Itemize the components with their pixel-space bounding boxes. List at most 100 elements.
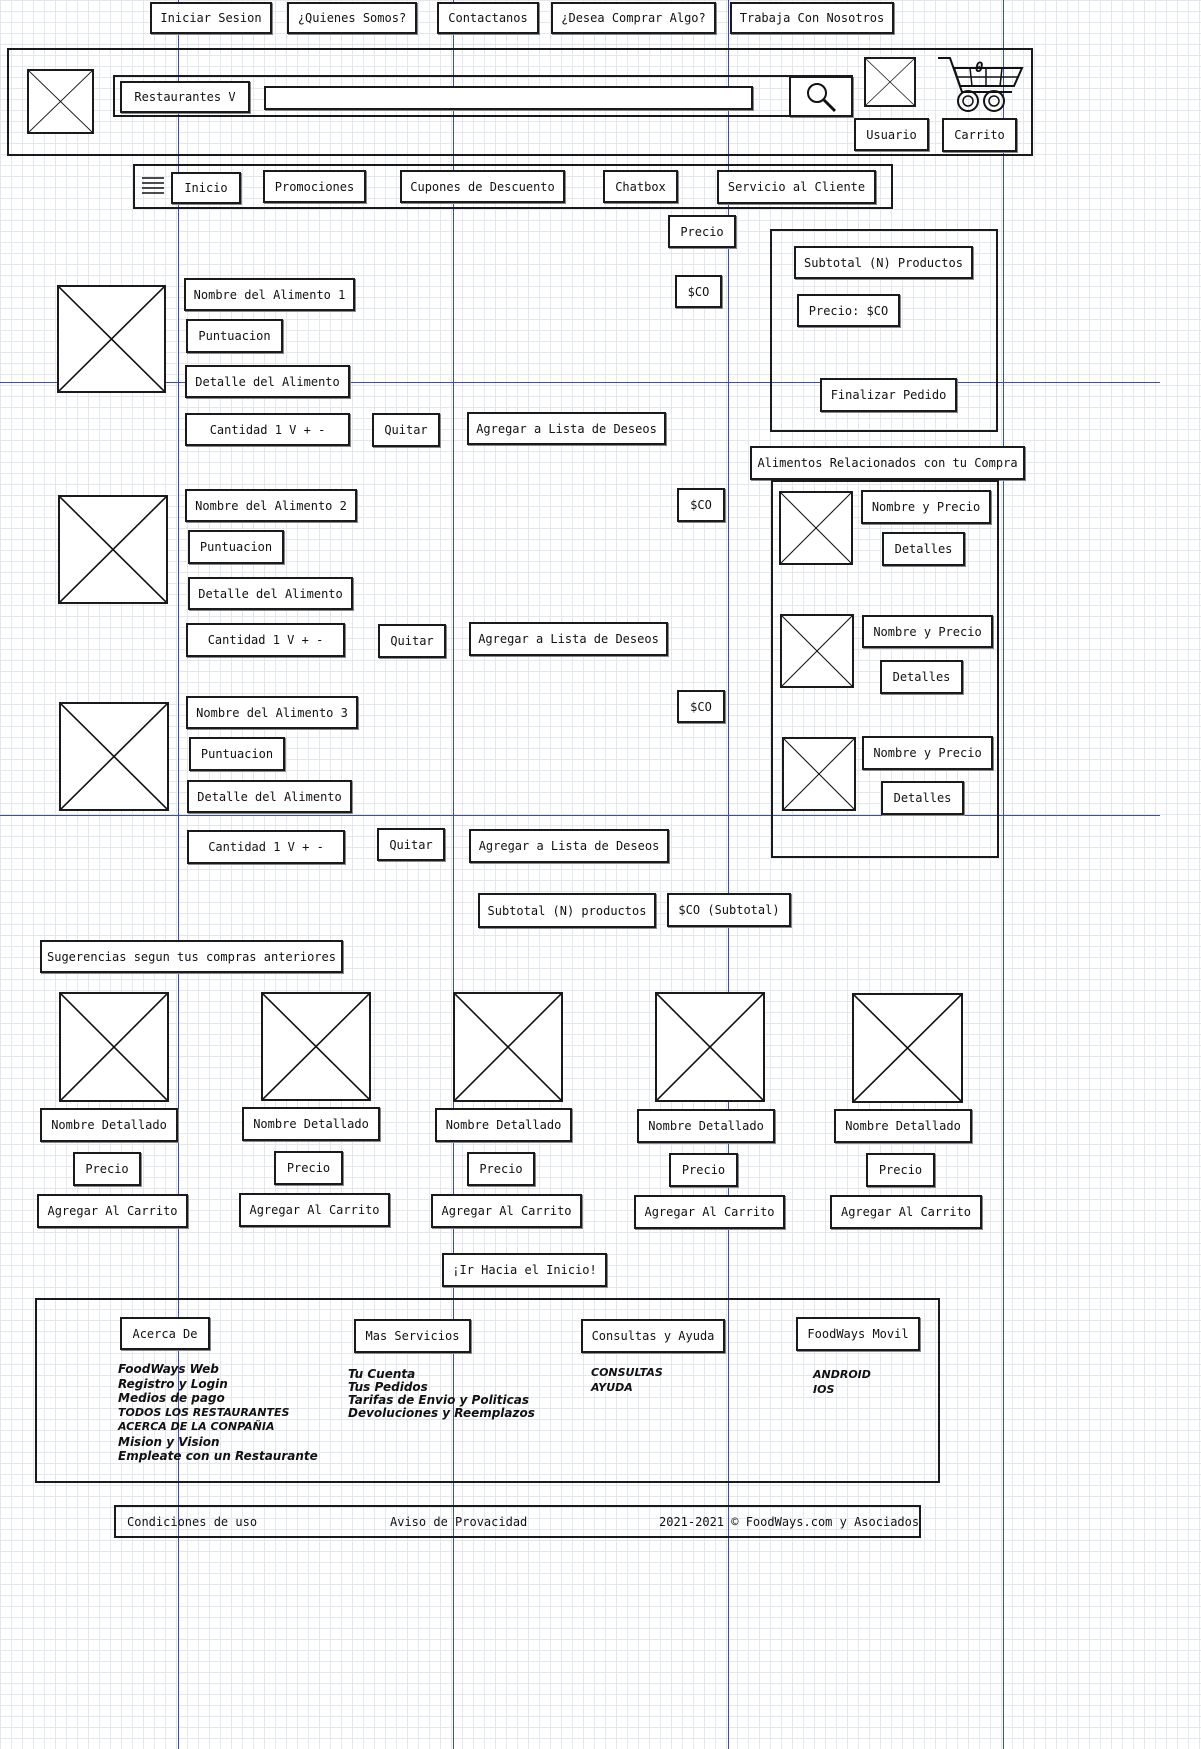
footer-link[interactable]: FoodWays Web	[118, 1362, 318, 1377]
menu-item-promociones[interactable]: Promociones	[263, 170, 366, 203]
footer-title-about: Acerca De	[120, 1317, 210, 1350]
food-price-1: $CO	[675, 275, 722, 308]
remove-button-2[interactable]: Quitar	[378, 624, 446, 658]
food-detail-1[interactable]: Detalle del Alimento	[185, 365, 350, 398]
suggestion-price-2: Precio	[274, 1151, 343, 1185]
footer-link[interactable]: Devoluciones y Reemplazos	[348, 1407, 535, 1420]
footer-link[interactable]: Todos los restaurantes	[118, 1406, 318, 1421]
suggestion-image-3[interactable]	[453, 992, 563, 1102]
summary-price: Precio: $CO	[797, 294, 900, 327]
menu-item-chatbox[interactable]: Chatbox	[603, 170, 678, 203]
suggestion-name-4[interactable]: Nombre Detallado	[637, 1109, 775, 1143]
suggestion-add-button-1[interactable]: Agregar Al Carrito	[37, 1194, 188, 1228]
food-rating-3: Puntuacion	[189, 737, 285, 771]
footer-link[interactable]: Empleate con un Restaurante	[118, 1449, 318, 1464]
search-input[interactable]	[264, 86, 753, 110]
remove-button-3[interactable]: Quitar	[377, 828, 445, 861]
suggestion-name-2[interactable]: Nombre Detallado	[242, 1107, 380, 1141]
related-details-3[interactable]: Detalles	[881, 781, 964, 815]
food-image-1	[57, 285, 166, 393]
food-price-3: $CO	[677, 690, 725, 723]
privacy-link[interactable]: Aviso de Provacidad	[390, 1515, 527, 1529]
footer-link[interactable]: consultas	[591, 1366, 663, 1381]
food-image-3	[59, 702, 169, 811]
wishlist-button-3[interactable]: Agregar a Lista de Deseos	[469, 829, 669, 863]
checkout-button[interactable]: Finalizar Pedido	[820, 378, 957, 412]
related-title: Alimentos Relacionados con tu Compra	[750, 446, 1025, 480]
footer-links-services: Tu Cuenta Tus Pedidos Tarifas de Envio y…	[348, 1368, 535, 1420]
food-image-2	[58, 495, 168, 604]
related-image-3[interactable]	[782, 737, 856, 811]
related-name-2[interactable]: Nombre y Precio	[862, 615, 993, 648]
food-rating-1: Puntuacion	[186, 319, 283, 353]
suggestion-image-2[interactable]	[261, 992, 371, 1101]
quantity-stepper-1[interactable]: Cantidad 1 V + -	[185, 413, 350, 446]
back-to-top-button[interactable]: ¡Ir Hacia el Inicio!	[442, 1253, 607, 1287]
suggestion-image-5[interactable]	[852, 993, 963, 1103]
menu-item-inicio[interactable]: Inicio	[171, 172, 241, 204]
suggestion-image-4[interactable]	[655, 992, 765, 1102]
footer-title-services: Mas Servicios	[354, 1319, 471, 1353]
category-select[interactable]: Restaurantes V	[120, 81, 250, 113]
menu-item-servicio[interactable]: Servicio al Cliente	[717, 170, 876, 204]
suggestion-image-1[interactable]	[59, 992, 169, 1102]
suggestion-add-button-4[interactable]: Agregar Al Carrito	[634, 1195, 785, 1229]
food-name-2[interactable]: Nombre del Alimento 2	[185, 489, 357, 522]
cart-subtotal-value: $CO (Subtotal)	[667, 893, 791, 927]
related-image-1[interactable]	[779, 491, 853, 565]
suggestion-add-button-5[interactable]: Agregar Al Carrito	[830, 1195, 982, 1229]
suggestion-price-5: Precio	[866, 1153, 935, 1187]
suggestion-price-1: Precio	[73, 1152, 141, 1186]
quantity-stepper-2[interactable]: Cantidad 1 V + -	[186, 623, 345, 657]
wishlist-button-2[interactable]: Agregar a Lista de Deseos	[469, 622, 668, 656]
food-name-3[interactable]: Nombre del Alimento 3	[186, 696, 358, 729]
food-name-1[interactable]: Nombre del Alimento 1	[184, 278, 355, 311]
related-name-1[interactable]: Nombre y Precio	[861, 490, 991, 524]
cart-button[interactable]: Carrito	[942, 118, 1017, 152]
suggestion-add-button-3[interactable]: Agregar Al Carrito	[431, 1194, 582, 1228]
footer-link[interactable]: acerca de la conpañia	[118, 1420, 318, 1435]
food-detail-3[interactable]: Detalle del Alimento	[187, 780, 352, 813]
footer-links-about: FoodWays Web Registro y Login Medios de …	[118, 1362, 318, 1464]
footer-link[interactable]: Registro y Login	[118, 1377, 318, 1392]
suggestion-name-1[interactable]: Nombre Detallado	[40, 1108, 178, 1142]
suggestion-add-button-2[interactable]: Agregar Al Carrito	[239, 1193, 390, 1227]
search-icon	[807, 82, 837, 112]
footer-links-mobile: android iOS	[813, 1368, 871, 1397]
logo-placeholder	[27, 69, 94, 134]
footer-link[interactable]: iOS	[813, 1383, 871, 1398]
related-image-2[interactable]	[780, 614, 854, 688]
food-rating-2: Puntuacion	[188, 530, 284, 564]
footer-link[interactable]: ayuda	[591, 1381, 663, 1396]
suggestion-name-3[interactable]: Nombre Detallado	[435, 1108, 572, 1142]
top-nav-contact[interactable]: Contactanos	[437, 2, 539, 34]
top-nav-buy[interactable]: ¿Desea Comprar Algo?	[551, 2, 716, 34]
user-button[interactable]: Usuario	[854, 118, 929, 151]
suggestion-name-5[interactable]: Nombre Detallado	[834, 1109, 972, 1143]
copyright-text: 2021-2021 © FoodWays.com y Asociados	[659, 1515, 920, 1529]
hamburger-icon[interactable]	[141, 175, 165, 197]
top-nav-about[interactable]: ¿Quienes Somos?	[287, 2, 417, 34]
suggestions-title: Sugerencias segun tus compras anteriores	[40, 940, 343, 973]
user-avatar-placeholder[interactable]	[864, 57, 916, 107]
related-details-2[interactable]: Detalles	[880, 660, 963, 694]
top-nav-jobs[interactable]: Trabaja Con Nosotros	[730, 2, 894, 34]
menu-item-cupones[interactable]: Cupones de Descuento	[400, 170, 565, 203]
cart-subtotal-label: Subtotal (N) productos	[478, 893, 656, 928]
search-button[interactable]	[789, 76, 853, 117]
footer-links-help: consultas ayuda	[591, 1366, 663, 1395]
quantity-stepper-3[interactable]: Cantidad 1 V + -	[187, 830, 345, 864]
wishlist-button-1[interactable]: Agregar a Lista de Deseos	[467, 412, 666, 445]
top-nav-login[interactable]: Iniciar Sesion	[150, 2, 272, 34]
related-name-3[interactable]: Nombre y Precio	[862, 736, 993, 770]
cart-count: 0	[975, 60, 984, 76]
terms-link[interactable]: Condiciones de uso	[127, 1515, 257, 1529]
related-details-1[interactable]: Detalles	[882, 532, 965, 566]
footer-link[interactable]: android	[813, 1368, 871, 1383]
food-detail-2[interactable]: Detalle del Alimento	[188, 577, 353, 610]
footer-link[interactable]: Medios de pago	[118, 1391, 318, 1406]
footer-link[interactable]: Mision y Vision	[118, 1435, 318, 1450]
suggestion-price-3: Precio	[467, 1152, 535, 1186]
remove-button-1[interactable]: Quitar	[372, 413, 440, 447]
footer-title-mobile: FoodWays Movil	[796, 1317, 920, 1351]
